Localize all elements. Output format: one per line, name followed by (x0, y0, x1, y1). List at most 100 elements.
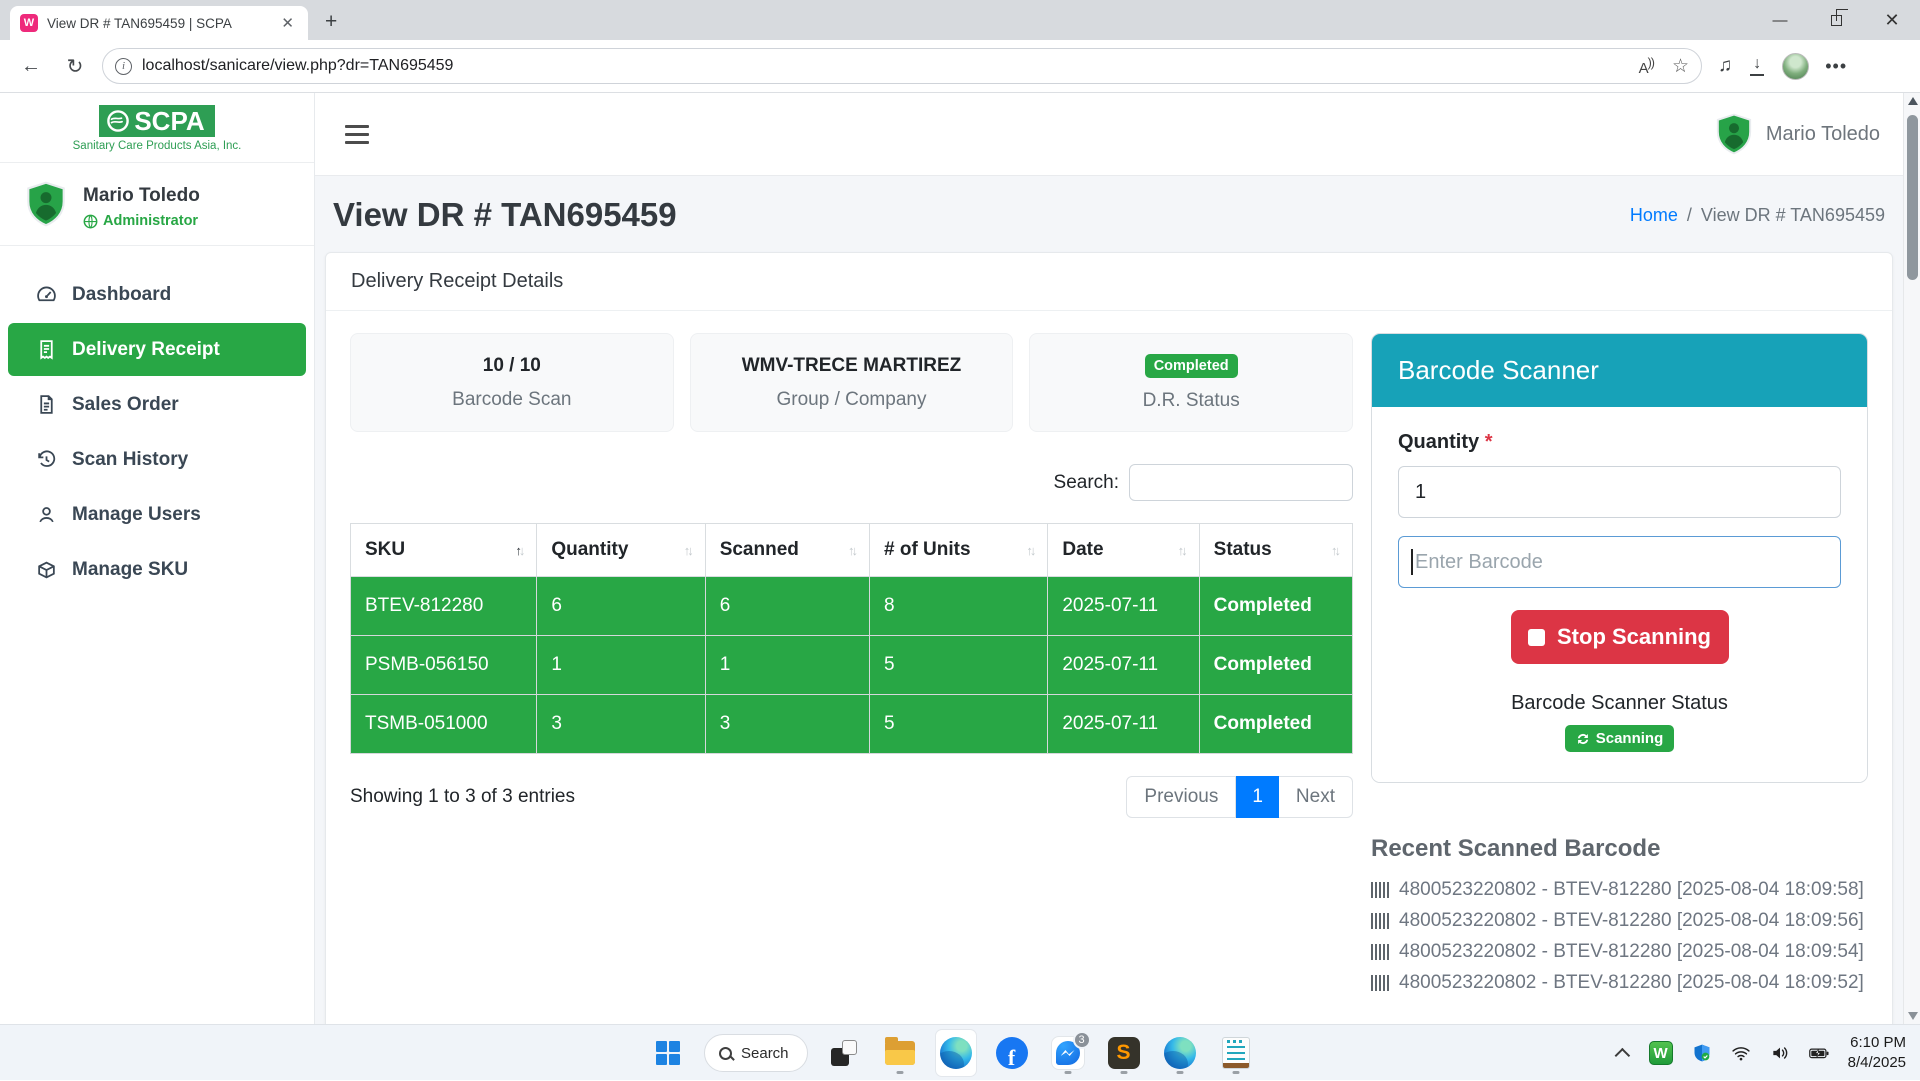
user-shield-avatar (24, 181, 68, 227)
scroll-down-arrow-icon[interactable] (1908, 1012, 1918, 1020)
card-title: Delivery Receipt Details (326, 253, 1892, 311)
scroll-up-arrow-icon[interactable] (1908, 97, 1918, 105)
menu-dots-icon[interactable]: ••• (1825, 56, 1847, 77)
scanner-column: Barcode Scanner Quantity * (1371, 333, 1868, 1003)
notepad-button[interactable] (1216, 1030, 1256, 1076)
hamburger-menu-icon[interactable] (345, 125, 369, 144)
sidebar-item-delivery-receipt[interactable]: Delivery Receipt (8, 323, 306, 376)
edge-icon (940, 1037, 972, 1069)
facebook-button[interactable]: f (992, 1030, 1032, 1076)
box-icon (36, 559, 57, 580)
start-button[interactable] (648, 1030, 688, 1076)
back-icon[interactable]: ← (14, 49, 48, 83)
col-units[interactable]: # of Units↑↓ (870, 524, 1048, 577)
close-window-icon[interactable]: ✕ (1864, 0, 1920, 40)
sort-icon: ↑↓ (1331, 543, 1338, 558)
browser-tab[interactable]: W View DR # TAN695459 | SCPA ✕ (10, 6, 308, 40)
scanner-status-label: Barcode Scanner Status (1398, 692, 1841, 715)
sidebar-nav: Dashboard Delivery Receipt Sales Order S… (0, 246, 314, 618)
col-status[interactable]: Status↑↓ (1199, 524, 1352, 577)
table-header-row: SKU↑↓ Quantity↑↓ Scanned↑↓ # of Units↑↓ … (351, 524, 1353, 577)
refresh-icon[interactable]: ↻ (58, 49, 92, 83)
text-caret (1411, 549, 1413, 575)
barcode-input[interactable] (1398, 536, 1841, 588)
topbar-user[interactable]: Mario Toledo (1714, 113, 1880, 155)
barcode-icon (1371, 975, 1391, 991)
taskbar-search-label: Search (741, 1045, 789, 1062)
taskbar-clock[interactable]: 6:10 PM 8/4/2025 (1848, 1033, 1906, 1074)
task-view-button[interactable] (824, 1030, 864, 1076)
address-bar[interactable]: i localhost/sanicare/view.php?dr=TAN6954… (102, 48, 1702, 84)
globe-icon (83, 214, 98, 229)
history-icon (36, 449, 57, 470)
browser-chrome: W View DR # TAN695459 | SCPA ✕ + — ✕ ← ↻… (0, 0, 1920, 93)
downloads-icon[interactable]: ↓ (1748, 57, 1766, 75)
quantity-input[interactable] (1398, 466, 1841, 518)
profile-avatar[interactable] (1782, 53, 1809, 80)
file-explorer-button[interactable] (880, 1030, 920, 1076)
page-info-icon[interactable]: i (115, 58, 132, 75)
minimize-icon[interactable]: — (1752, 0, 1808, 40)
edge-icon (1164, 1037, 1196, 1069)
col-scanned[interactable]: Scanned↑↓ (705, 524, 869, 577)
sidebar-item-manage-users[interactable]: Manage Users (8, 488, 306, 541)
status-badge: Completed (1145, 354, 1238, 378)
clock-time: 6:10 PM (1848, 1033, 1906, 1053)
table-row[interactable]: PSMB-0561501152025-07-11Completed (351, 636, 1353, 695)
tachometer-icon (36, 284, 57, 305)
logo-tagline: Sanitary Care Products Asia, Inc. (0, 140, 314, 152)
search-input[interactable] (1129, 464, 1353, 501)
stop-scanning-button[interactable]: Stop Scanning (1511, 610, 1729, 664)
edge-browser-button-2[interactable] (1160, 1030, 1200, 1076)
tab-title: View DR # TAN695459 | SCPA (47, 16, 268, 31)
sidebar-item-dashboard[interactable]: Dashboard (8, 268, 306, 321)
sidebar-item-manage-sku[interactable]: Manage SKU (8, 543, 306, 596)
toolbar-right: ♫ ↓ ••• (1712, 53, 1847, 80)
table-row[interactable]: TSMB-0510003352025-07-11Completed (351, 695, 1353, 754)
wampserver-tray-icon[interactable]: W (1649, 1041, 1673, 1065)
scrollbar-thumb[interactable] (1907, 115, 1918, 280)
url-text[interactable]: localhost/sanicare/view.php?dr=TAN695459 (142, 57, 1629, 75)
quantity-label: Quantity * (1398, 431, 1841, 454)
sidebar-item-sales-order[interactable]: Sales Order (8, 378, 306, 431)
pagination-previous[interactable]: Previous (1126, 776, 1236, 818)
read-aloud-icon[interactable]: A)‌) (1639, 56, 1654, 77)
col-sku[interactable]: SKU↑↓ (351, 524, 537, 577)
recent-scanned-section: Recent Scanned Barcode 4800523220802 - B… (1371, 835, 1868, 994)
sidebar-item-scan-history[interactable]: Scan History (8, 433, 306, 486)
barcode-icon (1371, 944, 1391, 960)
sublime-text-button[interactable]: S (1104, 1030, 1144, 1076)
scpa-logo-icon (106, 109, 130, 133)
stat-group-company: WMV-TRECE MARTIREZ Group / Company (690, 333, 1014, 432)
favorite-star-icon[interactable]: ☆ (1672, 55, 1689, 78)
windows-logo-icon (656, 1041, 680, 1065)
page-scrollbar[interactable] (1903, 93, 1920, 1024)
system-tray: W 6:10 PM 8/4/2025 (1619, 1025, 1906, 1081)
tray-chevron-icon[interactable] (1614, 1047, 1630, 1063)
volume-icon[interactable] (1770, 1043, 1790, 1063)
battery-charging-icon[interactable] (1809, 1043, 1829, 1063)
showing-entries-text: Showing 1 to 3 of 3 entries (350, 786, 575, 808)
pagination-page-1[interactable]: 1 (1236, 776, 1279, 818)
new-tab-icon[interactable]: + (325, 10, 337, 34)
restore-icon[interactable] (1808, 0, 1864, 40)
wifi-icon[interactable] (1731, 1043, 1751, 1063)
col-date[interactable]: Date↑↓ (1048, 524, 1199, 577)
window-controls: — ✕ (1752, 0, 1920, 40)
breadcrumb-home-link[interactable]: Home (1630, 205, 1678, 226)
table-row[interactable]: BTEV-8122806682025-07-11Completed (351, 577, 1353, 636)
browser-toolbar: ← ↻ i localhost/sanicare/view.php?dr=TAN… (0, 40, 1920, 93)
windows-security-icon[interactable] (1692, 1043, 1712, 1063)
col-quantity[interactable]: Quantity↑↓ (537, 524, 705, 577)
barcode-icon (1371, 882, 1391, 898)
wamp-favicon: W (20, 14, 38, 32)
details-left-column: 10 / 10 Barcode Scan WMV-TRECE MARTIREZ … (350, 333, 1353, 818)
media-controls-icon[interactable]: ♫ (1718, 55, 1732, 77)
table-search-row: Search: (350, 464, 1353, 501)
edge-browser-button-active[interactable] (936, 1030, 976, 1076)
messenger-button[interactable]: 3 (1048, 1030, 1088, 1076)
taskbar-search[interactable]: Search (704, 1034, 808, 1072)
tab-close-icon[interactable]: ✕ (277, 14, 298, 32)
brand-logo[interactable]: SCPA Sanitary Care Products Asia, Inc. (0, 93, 314, 163)
pagination-next[interactable]: Next (1279, 776, 1353, 818)
